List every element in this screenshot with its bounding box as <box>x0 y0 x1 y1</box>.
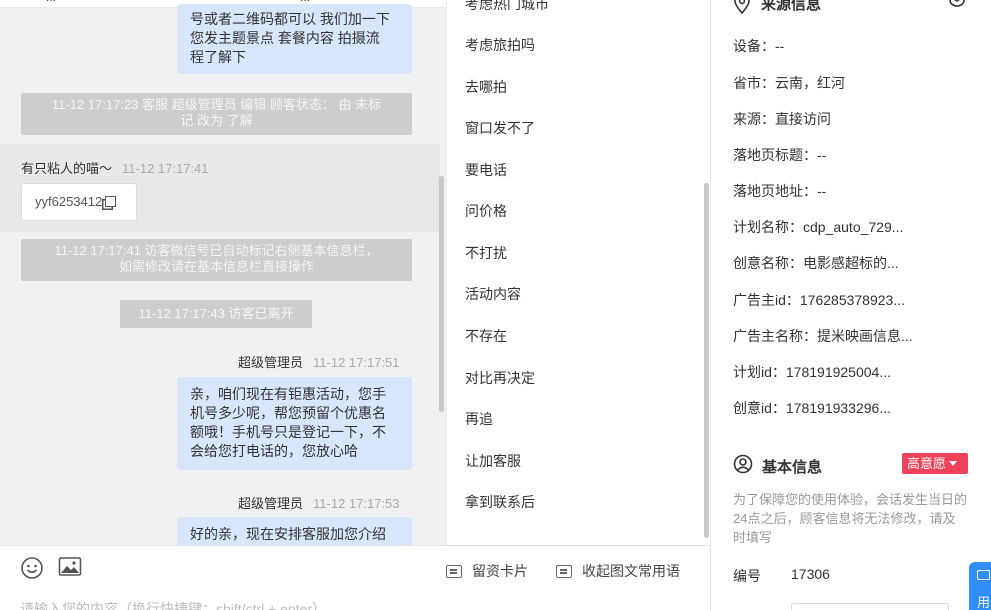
phrase-icon <box>556 565 572 578</box>
card-icon <box>446 565 462 578</box>
chat-icon <box>977 570 990 580</box>
phrases-scrollbar[interactable] <box>704 183 709 538</box>
agent-name: 超级管理员 <box>238 496 304 511</box>
intent-select[interactable]: 高意愿 <box>902 453 968 474</box>
phrase-item[interactable]: 考虑热门城市 <box>465 0 549 14</box>
agent-message: 号或者二维码都可以 我们加一下 您发主题景点 套餐内容 拍摄流 程了解下 <box>177 4 412 74</box>
wechat-id-chip[interactable]: yyf6253412 <box>21 183 137 221</box>
system-notice: 11-12 17:17:23 客服 超级管理员 编辑 顾客状态： 由 未标 记 … <box>21 93 412 135</box>
chat-scrollbar[interactable] <box>439 176 444 412</box>
message-time: 11-12 17:17:41 <box>122 161 209 176</box>
edit-icon[interactable] <box>947 0 967 13</box>
info-row-creative-id: 创意id：178191933296... <box>733 400 891 416</box>
caret-down-icon <box>949 461 958 466</box>
edit-deadline-note: 为了保障您的使用体验，会话发生当日的24点之后，顾客信息将无法修改，请及时填写 <box>733 492 968 545</box>
system-notice: 11-12 17:17:43 访客已离开 <box>120 300 312 328</box>
workspace: ... ... 号或者二维码都可以 我们加一下 您发主题景点 套餐内容 拍摄流 … <box>0 0 991 610</box>
message-time: 11-12 17:17:53 <box>313 496 400 511</box>
phrase-item[interactable]: 不打扰 <box>465 243 507 263</box>
phrase-item[interactable]: 问价格 <box>465 201 507 221</box>
phrase-item[interactable]: 拿到联系后 <box>465 492 535 512</box>
number-value: 17306 <box>791 566 830 582</box>
basic-info-title: 基本信息 <box>762 459 823 476</box>
info-row-region: 省市：云南，红河 <box>733 75 845 91</box>
info-row-landing-title: 落地页标题：-- <box>733 147 827 163</box>
agent-message: 亲，咱们现在有钜惠活动，您手 机号多少呢，帮您预留个优惠名 额哦！手机号只是登记… <box>177 377 412 470</box>
image-icon[interactable] <box>58 556 82 583</box>
visitor-info-panel: 来源信息 设备：-- 省市：云南，红河 来源：直接访问 落地页标题：-- 落地页… <box>710 0 991 610</box>
visitor-name: 有只粘人的喵～ <box>21 161 113 176</box>
info-row-creative-name: 创意名称：电影感超标的... <box>733 255 899 271</box>
copy-icon[interactable] <box>105 196 117 207</box>
phrase-item[interactable]: 要电话 <box>465 160 507 180</box>
floating-tool-button[interactable]: 用 <box>969 562 991 610</box>
info-row-advertiser-name: 广告主名称：提米映画信息... <box>733 328 913 344</box>
header-fragment: ... <box>46 0 56 4</box>
chat-panel: ... ... 号或者二维码都可以 我们加一下 您发主题景点 套餐内容 拍摄流 … <box>0 0 446 545</box>
agent-meta: 超级管理员 11-12 17:17:51 <box>238 352 400 371</box>
phrase-item[interactable]: 去哪拍 <box>465 77 507 97</box>
system-notice: 11-12 17:17:41 访客微信号已自动标记右侧基本信息栏， 如需修改请在… <box>21 239 412 281</box>
info-row-landing-url: 落地页地址：-- <box>733 183 827 199</box>
info-input-field[interactable] <box>791 603 949 610</box>
info-row-device: 设备：-- <box>733 38 785 54</box>
lead-card-button[interactable]: 留资卡片 <box>446 561 528 581</box>
visitor-meta: 有只粘人的喵～ 11-12 17:17:41 <box>21 158 209 177</box>
info-row-source: 来源：直接访问 <box>733 111 831 127</box>
phrase-item[interactable]: 活动内容 <box>465 284 521 304</box>
phrase-item[interactable]: 不存在 <box>465 326 507 346</box>
quick-phrases-panel: 考虑热门城市 考虑旅拍吗 去哪拍 窗口发不了 要电话 问价格 不打扰 活动内容 … <box>446 0 710 545</box>
wechat-id-text: yyf6253412 <box>35 194 103 209</box>
collapse-phrases-button[interactable]: 收起图文常用语 <box>556 561 680 581</box>
agent-meta: 超级管理员 11-12 17:17:53 <box>238 493 400 512</box>
info-row-plan-name: 计划名称：cdp_auto_729... <box>733 219 904 235</box>
message-input[interactable]: 请输入您的内容（换行快捷键：shift/ctrl + enter） <box>20 599 326 610</box>
message-composer: 留资卡片 收起图文常用语 请输入您的内容（换行快捷键：shift/ctrl + … <box>0 545 710 610</box>
phrase-item[interactable]: 再追 <box>465 409 493 429</box>
number-label: 编号 <box>733 568 761 584</box>
info-row-plan-id: 计划id：178191925004... <box>733 364 891 380</box>
phrase-item[interactable]: 对比再决定 <box>465 368 535 388</box>
source-info-title: 来源信息 <box>761 0 822 13</box>
phrase-item[interactable]: 窗口发不了 <box>465 118 535 138</box>
message-time: 11-12 17:17:51 <box>313 355 400 370</box>
emoji-icon[interactable] <box>20 556 44 585</box>
agent-name: 超级管理员 <box>238 355 304 370</box>
phrase-item[interactable]: 考虑旅拍吗 <box>465 35 535 55</box>
agent-message: 好的亲，现在安排客服加您介绍 <box>177 517 412 545</box>
user-icon <box>733 454 753 479</box>
location-icon <box>733 0 751 19</box>
phrase-item[interactable]: 让加客服 <box>465 451 521 471</box>
info-row-advertiser-id: 广告主id：176285378923... <box>733 292 905 308</box>
